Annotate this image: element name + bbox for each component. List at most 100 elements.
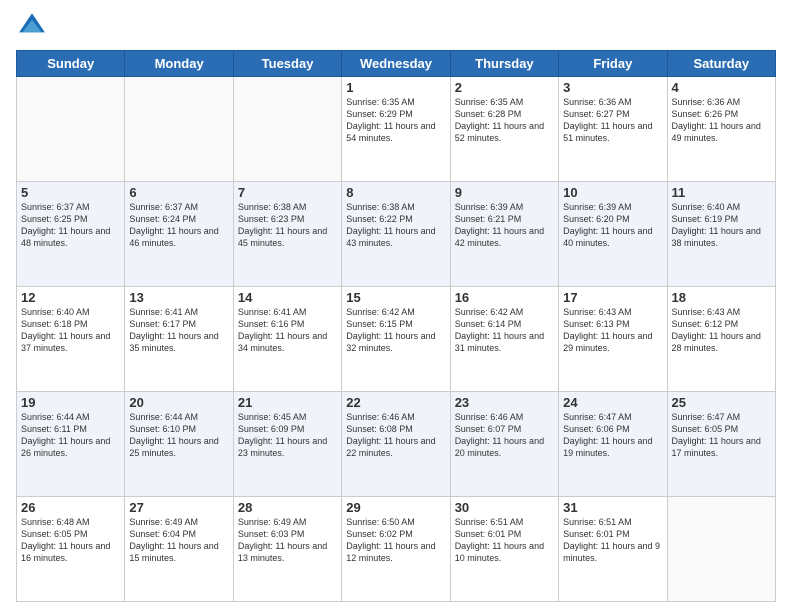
day-info: Sunrise: 6:37 AM Sunset: 6:24 PM Dayligh… — [129, 201, 228, 250]
day-info: Sunrise: 6:46 AM Sunset: 6:08 PM Dayligh… — [346, 411, 445, 460]
day-number: 20 — [129, 395, 228, 410]
day-number: 9 — [455, 185, 554, 200]
day-number: 5 — [21, 185, 120, 200]
calendar-cell: 7Sunrise: 6:38 AM Sunset: 6:23 PM Daylig… — [233, 182, 341, 287]
calendar-cell: 8Sunrise: 6:38 AM Sunset: 6:22 PM Daylig… — [342, 182, 450, 287]
day-info: Sunrise: 6:49 AM Sunset: 6:04 PM Dayligh… — [129, 516, 228, 565]
day-number: 29 — [346, 500, 445, 515]
day-info: Sunrise: 6:39 AM Sunset: 6:21 PM Dayligh… — [455, 201, 554, 250]
day-info: Sunrise: 6:50 AM Sunset: 6:02 PM Dayligh… — [346, 516, 445, 565]
calendar-cell — [233, 77, 341, 182]
calendar-cell: 2Sunrise: 6:35 AM Sunset: 6:28 PM Daylig… — [450, 77, 558, 182]
day-info: Sunrise: 6:44 AM Sunset: 6:11 PM Dayligh… — [21, 411, 120, 460]
weekday-header-sunday: Sunday — [17, 51, 125, 77]
header — [16, 10, 776, 42]
calendar-week-3: 12Sunrise: 6:40 AM Sunset: 6:18 PM Dayli… — [17, 287, 776, 392]
day-info: Sunrise: 6:39 AM Sunset: 6:20 PM Dayligh… — [563, 201, 662, 250]
calendar-week-1: 1Sunrise: 6:35 AM Sunset: 6:29 PM Daylig… — [17, 77, 776, 182]
calendar-cell: 4Sunrise: 6:36 AM Sunset: 6:26 PM Daylig… — [667, 77, 775, 182]
calendar-cell: 1Sunrise: 6:35 AM Sunset: 6:29 PM Daylig… — [342, 77, 450, 182]
day-info: Sunrise: 6:36 AM Sunset: 6:26 PM Dayligh… — [672, 96, 771, 145]
day-info: Sunrise: 6:35 AM Sunset: 6:29 PM Dayligh… — [346, 96, 445, 145]
day-info: Sunrise: 6:36 AM Sunset: 6:27 PM Dayligh… — [563, 96, 662, 145]
day-number: 26 — [21, 500, 120, 515]
day-info: Sunrise: 6:38 AM Sunset: 6:22 PM Dayligh… — [346, 201, 445, 250]
calendar-cell: 15Sunrise: 6:42 AM Sunset: 6:15 PM Dayli… — [342, 287, 450, 392]
day-info: Sunrise: 6:44 AM Sunset: 6:10 PM Dayligh… — [129, 411, 228, 460]
calendar-table: SundayMondayTuesdayWednesdayThursdayFrid… — [16, 50, 776, 602]
day-info: Sunrise: 6:49 AM Sunset: 6:03 PM Dayligh… — [238, 516, 337, 565]
day-info: Sunrise: 6:41 AM Sunset: 6:17 PM Dayligh… — [129, 306, 228, 355]
day-info: Sunrise: 6:47 AM Sunset: 6:06 PM Dayligh… — [563, 411, 662, 460]
day-info: Sunrise: 6:42 AM Sunset: 6:15 PM Dayligh… — [346, 306, 445, 355]
day-number: 15 — [346, 290, 445, 305]
day-number: 19 — [21, 395, 120, 410]
calendar-cell: 31Sunrise: 6:51 AM Sunset: 6:01 PM Dayli… — [559, 497, 667, 602]
calendar-cell: 18Sunrise: 6:43 AM Sunset: 6:12 PM Dayli… — [667, 287, 775, 392]
day-info: Sunrise: 6:51 AM Sunset: 6:01 PM Dayligh… — [563, 516, 662, 565]
day-number: 31 — [563, 500, 662, 515]
day-number: 11 — [672, 185, 771, 200]
day-number: 24 — [563, 395, 662, 410]
weekday-header-monday: Monday — [125, 51, 233, 77]
calendar-cell: 20Sunrise: 6:44 AM Sunset: 6:10 PM Dayli… — [125, 392, 233, 497]
day-info: Sunrise: 6:42 AM Sunset: 6:14 PM Dayligh… — [455, 306, 554, 355]
calendar-cell: 29Sunrise: 6:50 AM Sunset: 6:02 PM Dayli… — [342, 497, 450, 602]
calendar-cell: 25Sunrise: 6:47 AM Sunset: 6:05 PM Dayli… — [667, 392, 775, 497]
calendar-cell: 16Sunrise: 6:42 AM Sunset: 6:14 PM Dayli… — [450, 287, 558, 392]
calendar-cell: 10Sunrise: 6:39 AM Sunset: 6:20 PM Dayli… — [559, 182, 667, 287]
weekday-header-row: SundayMondayTuesdayWednesdayThursdayFrid… — [17, 51, 776, 77]
day-number: 4 — [672, 80, 771, 95]
day-info: Sunrise: 6:51 AM Sunset: 6:01 PM Dayligh… — [455, 516, 554, 565]
day-number: 22 — [346, 395, 445, 410]
calendar-cell: 13Sunrise: 6:41 AM Sunset: 6:17 PM Dayli… — [125, 287, 233, 392]
weekday-header-thursday: Thursday — [450, 51, 558, 77]
calendar-cell: 21Sunrise: 6:45 AM Sunset: 6:09 PM Dayli… — [233, 392, 341, 497]
day-info: Sunrise: 6:45 AM Sunset: 6:09 PM Dayligh… — [238, 411, 337, 460]
calendar-cell — [125, 77, 233, 182]
weekday-header-friday: Friday — [559, 51, 667, 77]
day-info: Sunrise: 6:40 AM Sunset: 6:18 PM Dayligh… — [21, 306, 120, 355]
day-number: 30 — [455, 500, 554, 515]
day-number: 17 — [563, 290, 662, 305]
calendar-cell: 3Sunrise: 6:36 AM Sunset: 6:27 PM Daylig… — [559, 77, 667, 182]
day-number: 10 — [563, 185, 662, 200]
day-number: 6 — [129, 185, 228, 200]
day-info: Sunrise: 6:38 AM Sunset: 6:23 PM Dayligh… — [238, 201, 337, 250]
calendar-cell: 22Sunrise: 6:46 AM Sunset: 6:08 PM Dayli… — [342, 392, 450, 497]
calendar-cell: 12Sunrise: 6:40 AM Sunset: 6:18 PM Dayli… — [17, 287, 125, 392]
calendar-cell: 26Sunrise: 6:48 AM Sunset: 6:05 PM Dayli… — [17, 497, 125, 602]
calendar-cell: 24Sunrise: 6:47 AM Sunset: 6:06 PM Dayli… — [559, 392, 667, 497]
calendar-cell: 6Sunrise: 6:37 AM Sunset: 6:24 PM Daylig… — [125, 182, 233, 287]
calendar-cell — [667, 497, 775, 602]
day-info: Sunrise: 6:47 AM Sunset: 6:05 PM Dayligh… — [672, 411, 771, 460]
calendar-cell: 9Sunrise: 6:39 AM Sunset: 6:21 PM Daylig… — [450, 182, 558, 287]
calendar-cell — [17, 77, 125, 182]
day-number: 13 — [129, 290, 228, 305]
calendar-cell: 17Sunrise: 6:43 AM Sunset: 6:13 PM Dayli… — [559, 287, 667, 392]
day-info: Sunrise: 6:48 AM Sunset: 6:05 PM Dayligh… — [21, 516, 120, 565]
calendar-cell: 28Sunrise: 6:49 AM Sunset: 6:03 PM Dayli… — [233, 497, 341, 602]
day-info: Sunrise: 6:41 AM Sunset: 6:16 PM Dayligh… — [238, 306, 337, 355]
day-info: Sunrise: 6:43 AM Sunset: 6:12 PM Dayligh… — [672, 306, 771, 355]
day-info: Sunrise: 6:37 AM Sunset: 6:25 PM Dayligh… — [21, 201, 120, 250]
day-number: 25 — [672, 395, 771, 410]
weekday-header-tuesday: Tuesday — [233, 51, 341, 77]
logo-icon — [16, 10, 48, 42]
day-number: 18 — [672, 290, 771, 305]
calendar-week-4: 19Sunrise: 6:44 AM Sunset: 6:11 PM Dayli… — [17, 392, 776, 497]
calendar-cell: 11Sunrise: 6:40 AM Sunset: 6:19 PM Dayli… — [667, 182, 775, 287]
day-number: 8 — [346, 185, 445, 200]
day-number: 14 — [238, 290, 337, 305]
weekday-header-wednesday: Wednesday — [342, 51, 450, 77]
page: SundayMondayTuesdayWednesdayThursdayFrid… — [0, 0, 792, 612]
day-number: 27 — [129, 500, 228, 515]
calendar-cell: 27Sunrise: 6:49 AM Sunset: 6:04 PM Dayli… — [125, 497, 233, 602]
day-number: 16 — [455, 290, 554, 305]
day-number: 2 — [455, 80, 554, 95]
day-number: 23 — [455, 395, 554, 410]
calendar-cell: 23Sunrise: 6:46 AM Sunset: 6:07 PM Dayli… — [450, 392, 558, 497]
calendar-week-2: 5Sunrise: 6:37 AM Sunset: 6:25 PM Daylig… — [17, 182, 776, 287]
day-number: 28 — [238, 500, 337, 515]
calendar-cell: 5Sunrise: 6:37 AM Sunset: 6:25 PM Daylig… — [17, 182, 125, 287]
